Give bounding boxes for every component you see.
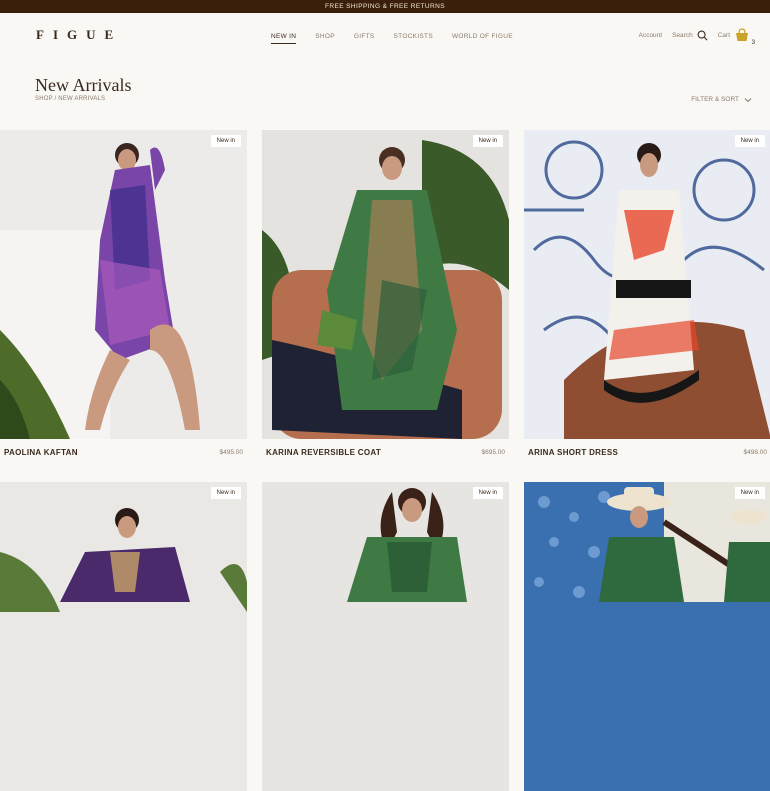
breadcrumb[interactable]: SHOP / NEW ARRIVALS [35,96,105,102]
product-card[interactable]: New in PAOLINA KAFTAN $495.00 [0,130,247,465]
site-header: FIGUE NEW IN SHOP GIFTS STOCKISTS WORLD … [0,13,770,63]
product-photo [524,130,770,439]
product-name[interactable]: PAOLINA KAFTAN [4,448,78,457]
nav-world-of-figue[interactable]: WORLD OF FIGUE [452,33,513,44]
product-photo [262,482,509,791]
product-image[interactable]: New in [262,130,509,439]
filter-label: FILTER & SORT [691,96,739,103]
filter-sort-button[interactable]: FILTER & SORT [691,96,752,103]
page-title: New Arrivals [35,75,132,95]
header-utilities: Account Search Cart 3 [639,27,755,46]
new-in-badge: New in [734,487,765,499]
search-button[interactable]: Search [672,30,708,41]
product-name[interactable]: ARINA SHORT DRESS [528,448,618,457]
product-image[interactable]: New in [524,482,770,791]
logo[interactable]: FIGUE [36,27,122,43]
product-photo [0,482,247,791]
product-image[interactable]: New in [0,482,247,791]
product-price: $695.00 [481,448,506,456]
new-in-badge: New in [734,135,765,147]
page-header: New Arrivals SHOP / NEW ARRIVALS FILTER … [0,63,770,130]
product-card[interactable]: New in [262,482,509,791]
product-meta: PAOLINA KAFTAN $495.00 [0,439,247,465]
product-photo [262,130,509,439]
product-price: $498.00 [743,448,768,456]
new-in-badge: New in [472,487,503,499]
product-image[interactable]: New in [524,130,770,439]
chevron-down-icon [744,97,752,102]
account-label: Account [638,31,663,39]
promo-text: FREE SHIPPING & FREE RETURNS [325,3,445,10]
product-card[interactable]: New in [0,482,247,791]
search-label: Search [672,31,693,39]
nav-stockists[interactable]: STOCKISTS [394,33,433,44]
nav-shop[interactable]: SHOP [315,33,335,44]
product-meta: ARINA SHORT DRESS $498.00 [524,439,770,465]
main-nav: NEW IN SHOP GIFTS STOCKISTS WORLD OF FIG… [271,33,532,44]
search-icon [697,30,708,40]
product-card[interactable]: New in [524,482,770,791]
product-photo [524,482,770,791]
product-name[interactable]: KARINA REVERSIBLE COAT [266,448,381,457]
promo-banner: FREE SHIPPING & FREE RETURNS [0,0,770,13]
cart-count: 3 [751,40,755,46]
product-image[interactable]: New in [0,130,247,439]
new-in-badge: New in [472,135,503,147]
product-meta: KARINA REVERSIBLE COAT $695.00 [262,439,509,465]
cart-button[interactable]: Cart 3 [717,27,755,46]
product-card[interactable]: New in ARINA SHORT DRESS $498.00 [524,130,770,465]
nav-gifts[interactable]: GIFTS [354,33,375,44]
product-price: $495.00 [219,448,244,456]
cart-icon-wrap: 3 [734,27,755,46]
new-in-badge: New in [210,135,241,147]
cart-icon [736,28,748,41]
account-link[interactable]: Account [639,32,663,39]
product-image[interactable]: New in [262,482,509,791]
new-in-badge: New in [210,487,241,499]
product-card[interactable]: New in KARINA REVERSIBLE COAT $695.00 [262,130,509,465]
product-photo [0,130,247,439]
nav-new-in[interactable]: NEW IN [271,33,297,44]
cart-label: Cart [717,31,730,39]
